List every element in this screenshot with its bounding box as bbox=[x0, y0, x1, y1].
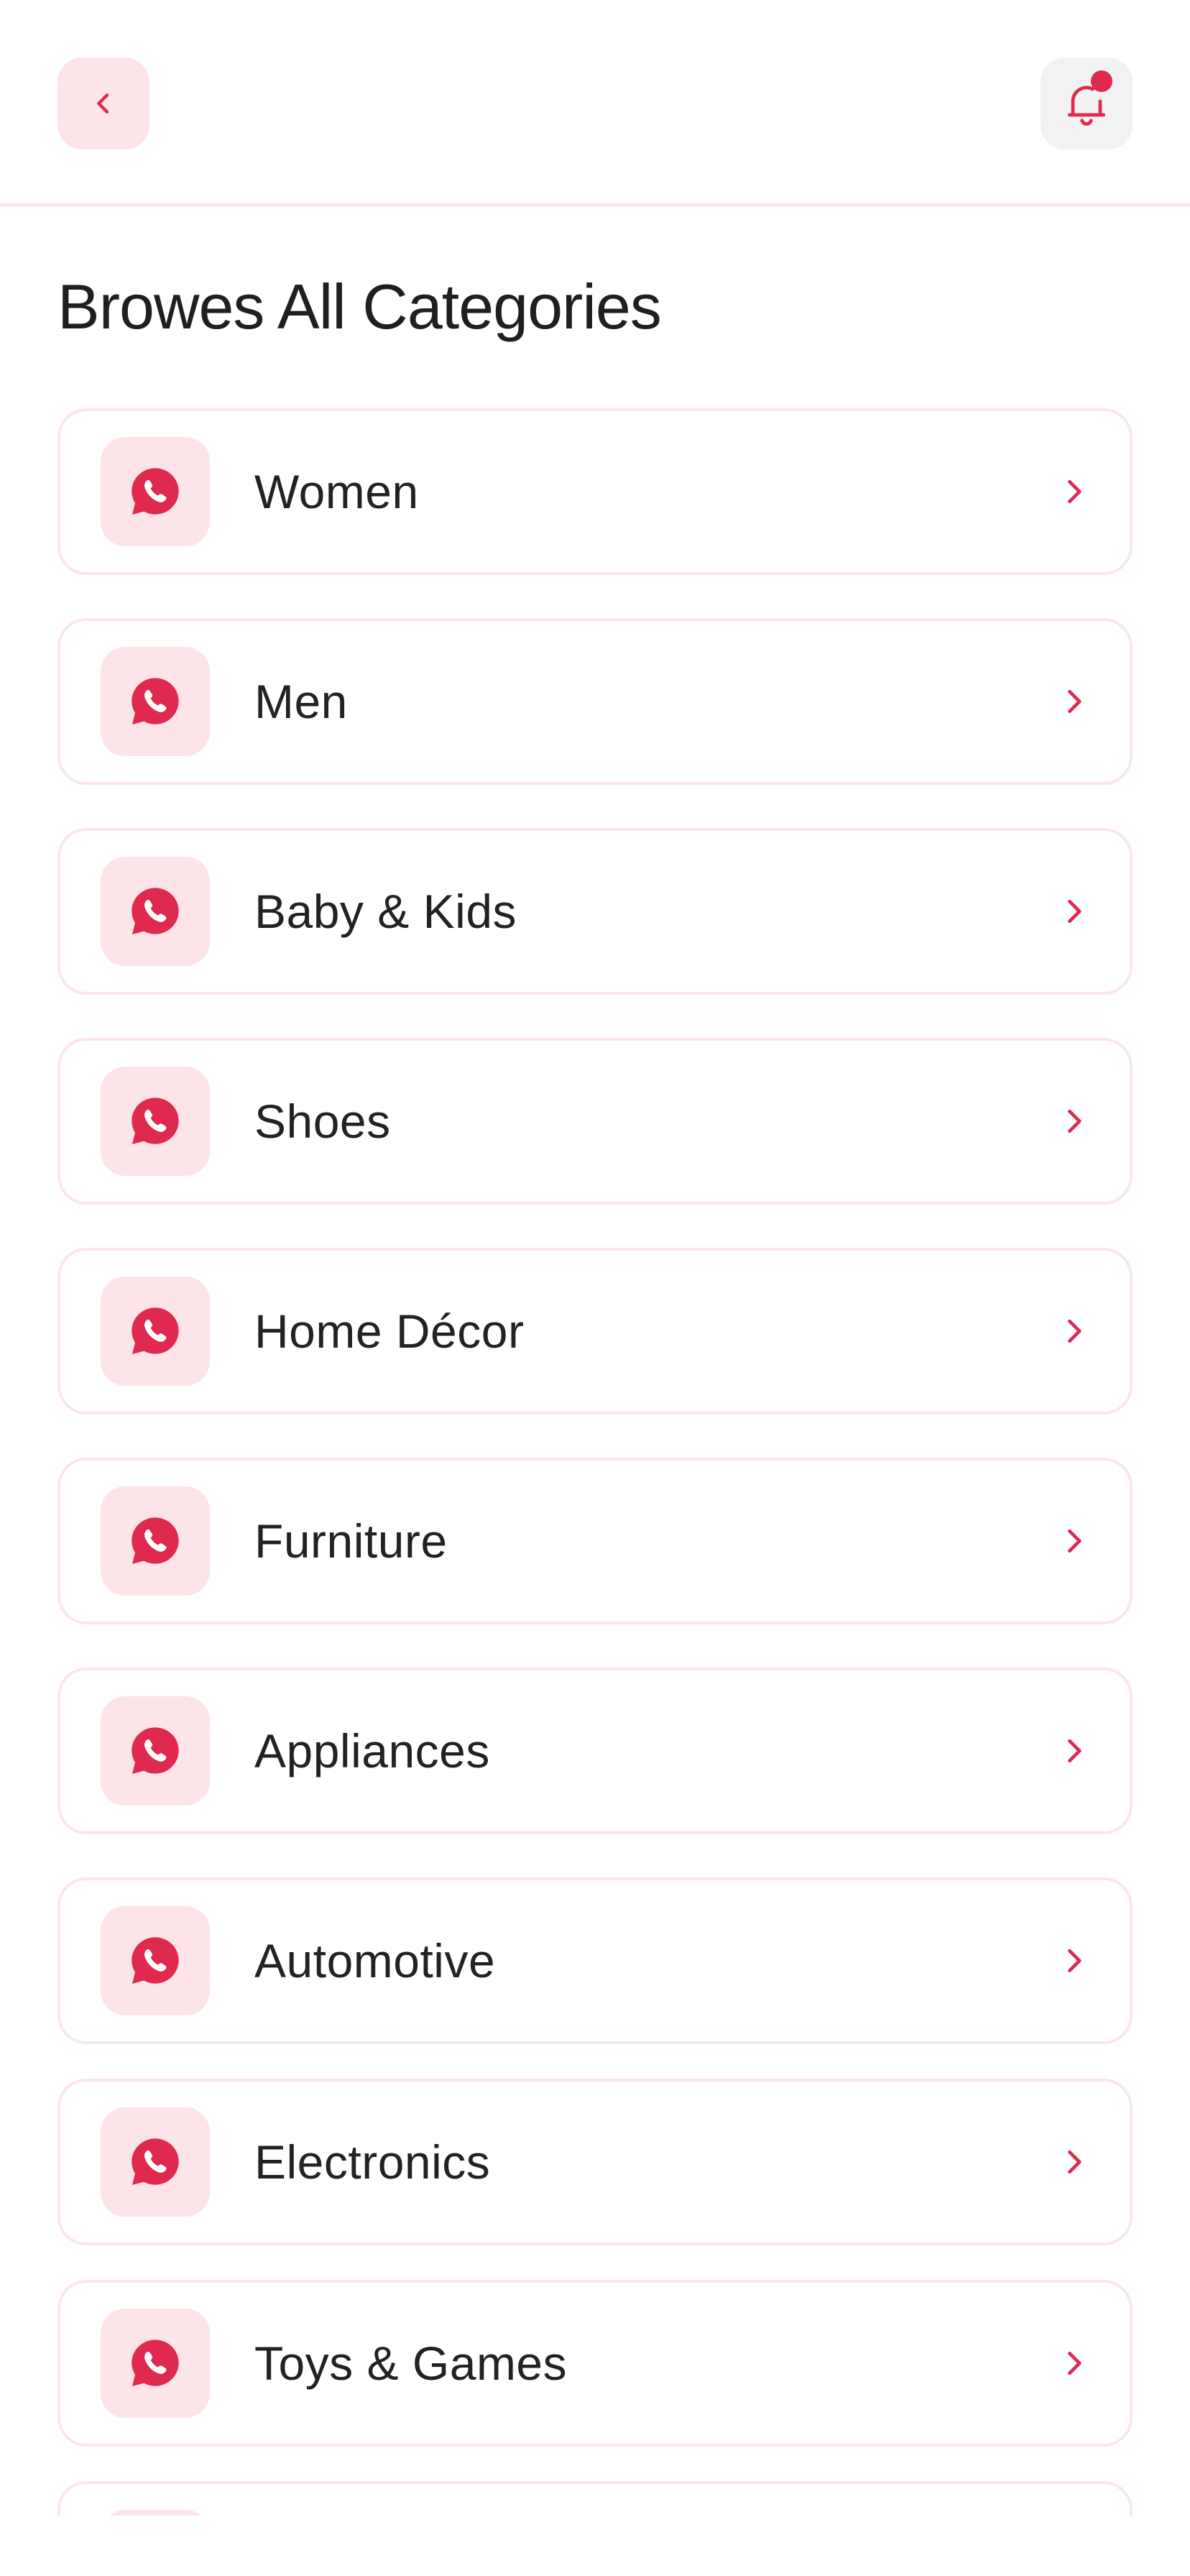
unread-dot bbox=[1091, 70, 1112, 92]
chevron-right-icon bbox=[1052, 1310, 1095, 1353]
category-item[interactable]: Appliances bbox=[57, 1668, 1133, 1834]
category-item[interactable]: Toys & Games bbox=[57, 2280, 1133, 2447]
category-item[interactable]: Women bbox=[57, 408, 1133, 575]
category-item[interactable]: Home Décor bbox=[57, 1248, 1133, 1414]
chevron-right-icon bbox=[1052, 1100, 1095, 1143]
whatsapp-chat-icon bbox=[132, 468, 179, 515]
chevron-right-icon bbox=[1052, 2140, 1095, 2184]
category-item[interactable]: Shoes bbox=[57, 1038, 1133, 1205]
chevron-right-icon bbox=[1052, 1939, 1095, 1982]
back-button[interactable] bbox=[57, 58, 149, 150]
category-label: Shoes bbox=[254, 1095, 391, 1148]
notification-button[interactable] bbox=[1041, 58, 1133, 150]
category-label: Women bbox=[254, 465, 419, 518]
chevron-right-icon bbox=[1052, 680, 1095, 723]
category-label: Men bbox=[254, 675, 348, 728]
chevron-right-icon bbox=[1052, 1519, 1095, 1563]
category-item[interactable] bbox=[57, 2481, 1133, 2516]
whatsapp-chat-icon bbox=[132, 888, 179, 934]
category-label: Toys & Games bbox=[254, 2337, 568, 2390]
whatsapp-chat-icon bbox=[132, 1098, 179, 1144]
top-bar bbox=[0, 0, 1190, 206]
category-icon-tile bbox=[101, 2510, 210, 2516]
category-label: Baby & Kids bbox=[254, 885, 517, 938]
chevron-right-icon bbox=[1052, 890, 1095, 933]
category-icon-tile bbox=[101, 2107, 210, 2217]
chevron-left-icon bbox=[97, 93, 109, 114]
category-icon-tile bbox=[101, 1067, 210, 1176]
category-icon-tile bbox=[101, 1276, 210, 1386]
category-icon-tile bbox=[101, 2309, 210, 2418]
category-icon-tile bbox=[101, 1696, 210, 1806]
chevron-right-icon bbox=[1052, 2342, 1095, 2385]
whatsapp-chat-icon bbox=[132, 1517, 179, 1564]
category-list[interactable]: Women Men Baby & Kids Shoes Home Décor Furnit… bbox=[57, 408, 1133, 2516]
category-icon-tile bbox=[101, 647, 210, 756]
category-item[interactable]: Furniture bbox=[57, 1458, 1133, 1624]
whatsapp-chat-icon bbox=[132, 1937, 179, 1984]
category-label: Home Décor bbox=[254, 1305, 525, 1358]
category-label: Electronics bbox=[254, 2135, 491, 2189]
category-label: Furniture bbox=[254, 1514, 448, 1568]
whatsapp-chat-icon bbox=[132, 1307, 179, 1354]
whatsapp-chat-icon bbox=[132, 2138, 179, 2185]
category-item[interactable]: Baby & Kids bbox=[57, 828, 1133, 995]
category-label: Appliances bbox=[254, 1724, 490, 1777]
chevron-right-icon bbox=[1052, 1729, 1095, 1772]
category-label: Automotive bbox=[254, 1934, 496, 1987]
category-icon-tile bbox=[101, 1486, 210, 1596]
category-icon-tile bbox=[101, 437, 210, 546]
category-item[interactable]: Automotive bbox=[57, 1877, 1133, 2044]
whatsapp-chat-icon bbox=[132, 678, 179, 724]
page-title: Browes All Categories bbox=[57, 271, 662, 342]
category-icon-tile bbox=[101, 1906, 210, 2015]
category-item[interactable]: Men bbox=[57, 618, 1133, 785]
whatsapp-chat-icon bbox=[132, 2340, 179, 2386]
category-item[interactable]: Electronics bbox=[57, 2079, 1133, 2245]
category-icon-tile bbox=[101, 857, 210, 966]
chevron-right-icon bbox=[1052, 470, 1095, 513]
whatsapp-chat-icon bbox=[132, 1727, 179, 1774]
